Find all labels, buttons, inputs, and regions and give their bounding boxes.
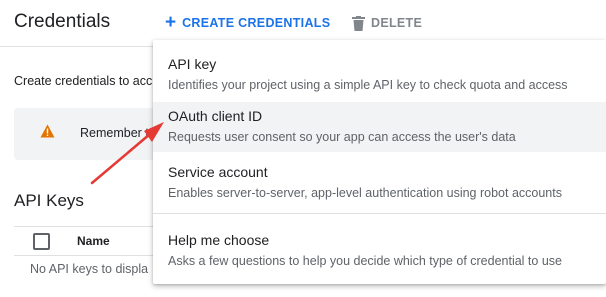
menu-item-description: Requests user consent so your app can ac… (168, 130, 516, 144)
empty-table-message: No API keys to displa (30, 262, 149, 276)
delete-label: DELETE (371, 16, 423, 30)
delete-button[interactable]: DELETE (352, 13, 422, 33)
menu-item-title: Help me choose (168, 232, 270, 248)
menu-item-title: Service account (168, 164, 268, 180)
plus-icon: + (165, 12, 177, 33)
warning-icon (40, 124, 55, 138)
warning-text: Remember t (80, 126, 149, 140)
menu-item-title: API key (168, 56, 217, 72)
menu-item-title: OAuth client ID (168, 108, 263, 124)
create-credentials-menu: API key Identifies your project using a … (153, 40, 606, 284)
menu-item-description: Asks a few questions to help you decide … (168, 254, 562, 268)
menu-item-help-me-choose[interactable]: Help me choose Asks a few questions to h… (153, 222, 606, 278)
menu-item-oauth-client-id[interactable]: OAuth client ID Requests user consent so… (153, 102, 606, 152)
intro-text: Create credentials to acc (14, 74, 153, 88)
menu-item-service-account[interactable]: Service account Enables server-to-server… (153, 154, 606, 208)
page-title: Credentials (14, 11, 111, 32)
create-credentials-button[interactable]: + CREATE CREDENTIALS (165, 13, 330, 33)
menu-divider (153, 213, 606, 214)
select-all-checkbox[interactable] (33, 233, 50, 250)
trash-icon (352, 15, 365, 31)
create-credentials-label: CREATE CREDENTIALS (182, 16, 331, 30)
api-keys-title: API Keys (14, 191, 84, 210)
menu-item-description: Identifies your project using a simple A… (168, 78, 568, 92)
column-header-name[interactable]: Name (77, 234, 110, 248)
menu-item-api-key[interactable]: API key Identifies your project using a … (153, 46, 606, 102)
menu-item-description: Enables server-to-server, app-level auth… (168, 186, 562, 200)
